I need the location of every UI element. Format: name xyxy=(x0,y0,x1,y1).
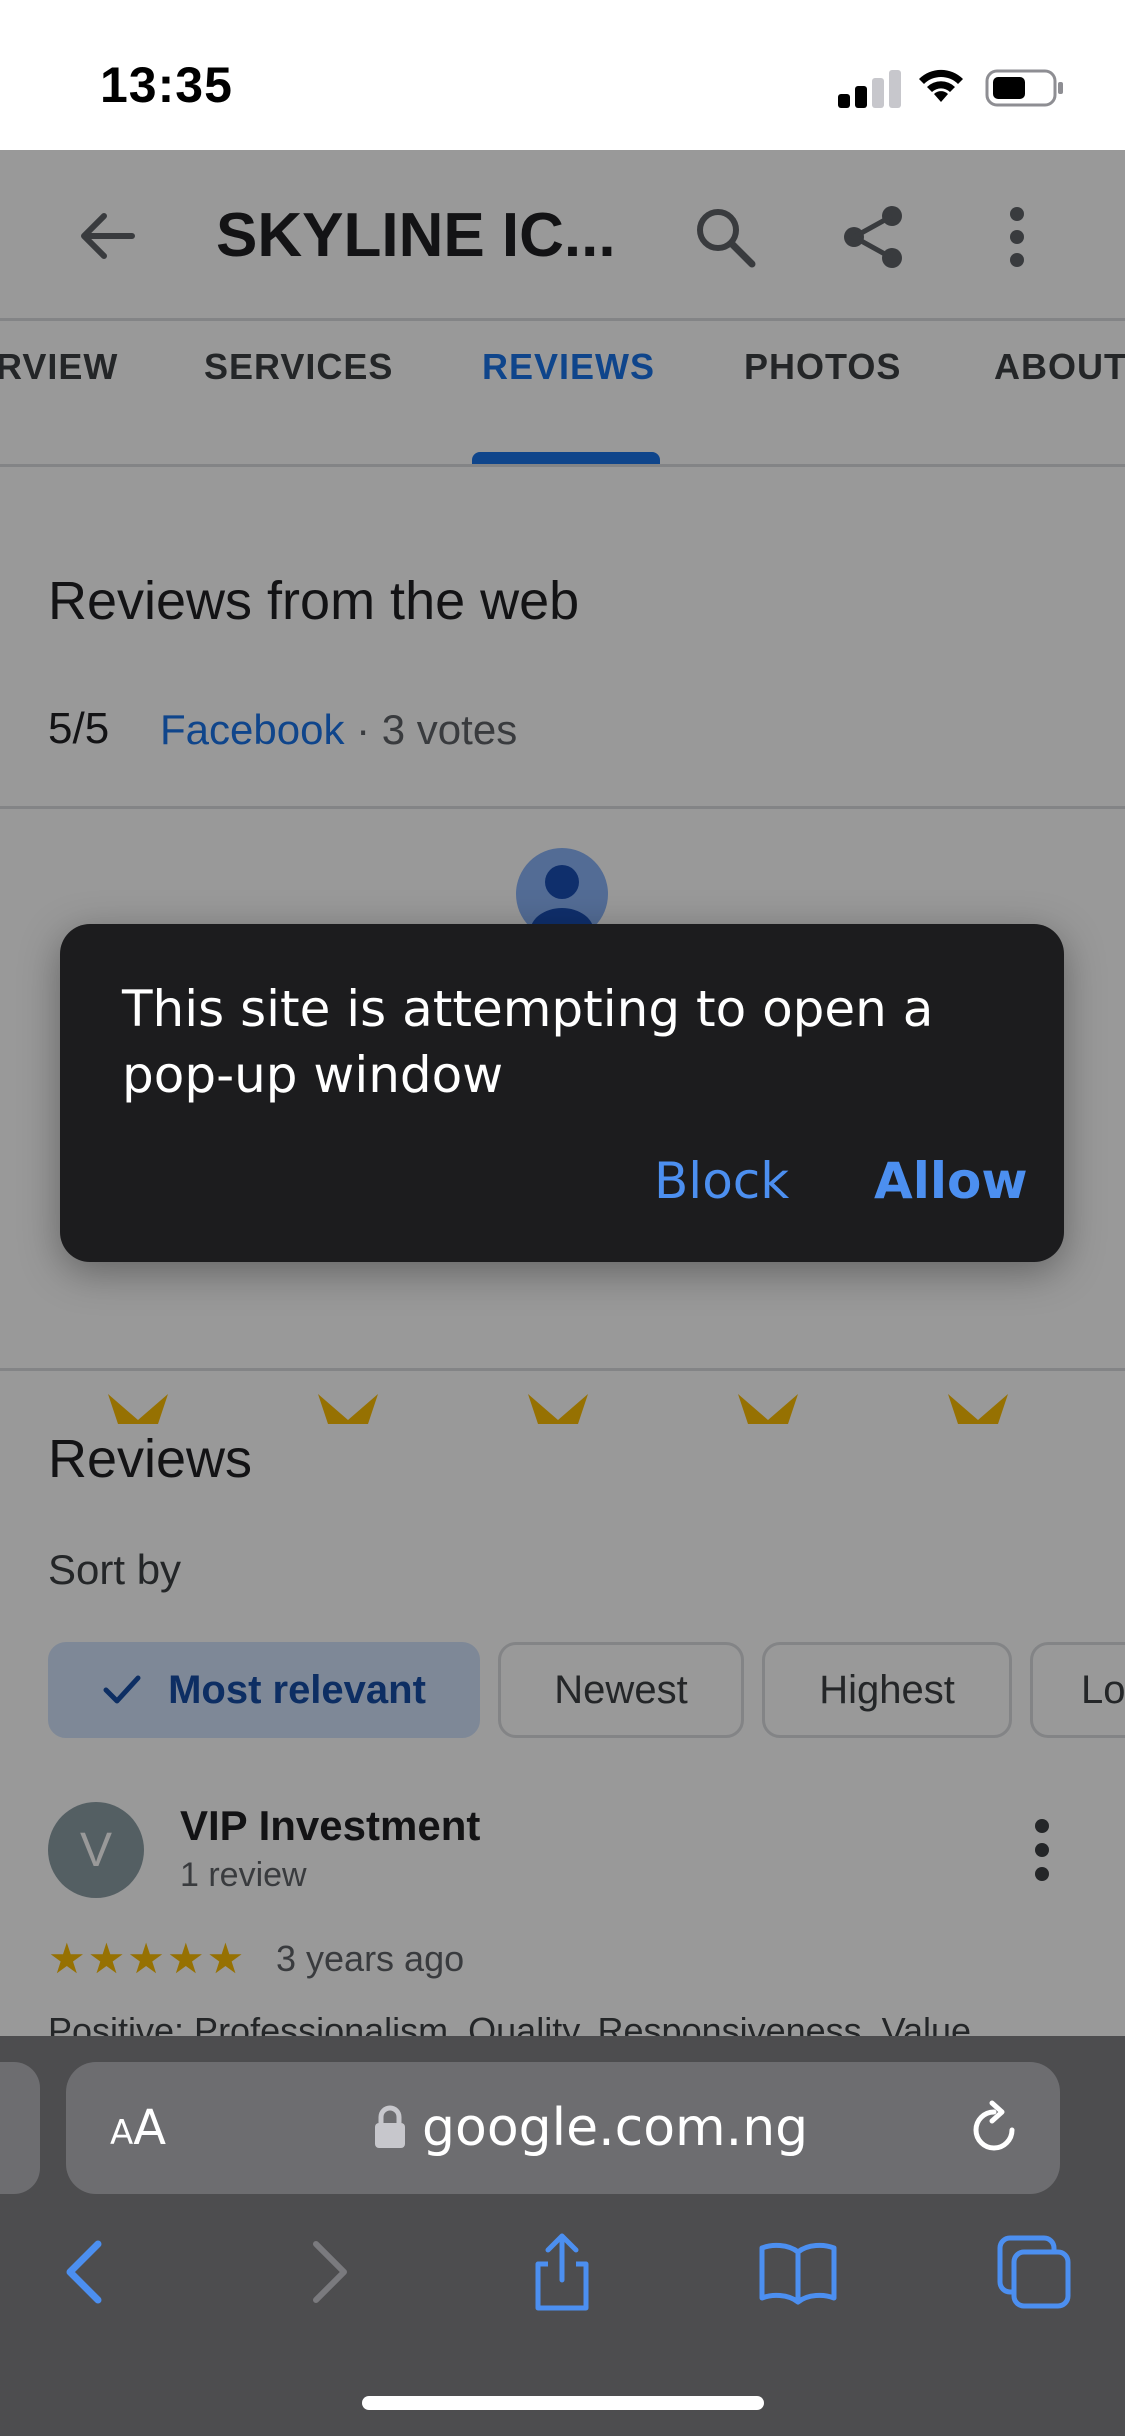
tabs-icon[interactable] xyxy=(994,2232,1074,2312)
allow-button[interactable]: Allow xyxy=(874,1152,1028,1210)
book-icon[interactable] xyxy=(758,2232,838,2312)
cellular-signal-icon xyxy=(838,70,902,108)
block-button[interactable]: Block xyxy=(654,1152,789,1210)
lock-icon xyxy=(375,2105,405,2148)
status-bar: 13:35 xyxy=(0,0,1125,150)
dialog-message: This site is attempting to open a pop-up… xyxy=(122,980,934,1104)
chevron-left-icon[interactable] xyxy=(46,2232,126,2312)
reader-settings-button[interactable]: AA xyxy=(110,2100,166,2156)
url-text[interactable]: google.com.ng xyxy=(422,2098,808,2158)
aa-label: AA xyxy=(110,2100,167,2156)
status-time: 13:35 xyxy=(100,57,233,113)
browser-toolbar: AA google.com.ng xyxy=(0,2036,1125,2436)
share-box-icon[interactable] xyxy=(522,2232,602,2312)
address-bar[interactable]: AA google.com.ng xyxy=(66,2062,1060,2194)
home-indicator[interactable] xyxy=(362,2396,764,2410)
chevron-right-icon[interactable] xyxy=(288,2232,368,2312)
popup-dialog: This site is attempting to open a pop-up… xyxy=(60,924,1064,1262)
previous-tab-peek[interactable] xyxy=(0,2062,40,2194)
reload-icon[interactable] xyxy=(966,2100,1022,2156)
wifi-icon xyxy=(919,69,963,102)
battery-icon xyxy=(985,69,1063,107)
